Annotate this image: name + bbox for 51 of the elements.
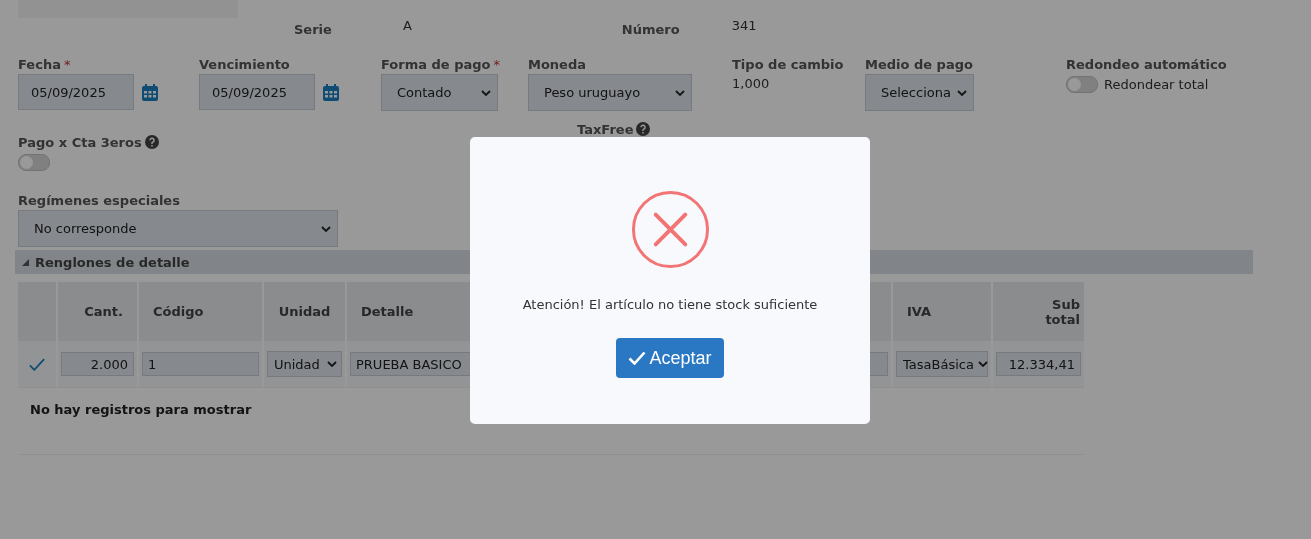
required-mark: * — [493, 56, 500, 72]
field-label: Redondeo automático — [1066, 56, 1227, 72]
serie-value: A — [402, 18, 412, 33]
help-icon[interactable] — [144, 135, 159, 149]
error-icon — [630, 190, 710, 269]
unit-select[interactable]: Unidad — [267, 351, 342, 377]
toggle-switch[interactable] — [18, 154, 50, 171]
column-header: IVA — [893, 282, 991, 341]
date-field[interactable]: 05/09/2025 — [199, 74, 315, 110]
required-mark: * — [63, 56, 71, 72]
chevron-icon — [977, 361, 988, 367]
chevron-icon — [327, 361, 337, 367]
help-icon[interactable] — [636, 122, 651, 136]
field-label: TaxFree — [577, 121, 634, 137]
select-field[interactable]: Peso uruguayo — [528, 74, 692, 111]
dialog-message: Atención! El artículo no tiene stock suficiente — [522, 297, 818, 312]
serie-label: Serie — [294, 22, 332, 37]
code-field[interactable]: 1 — [142, 352, 259, 376]
check-icon — [628, 351, 647, 365]
field-label: Fecha — [18, 56, 61, 72]
numero-label: Número — [621, 22, 680, 37]
chevron-icon — [957, 89, 967, 96]
chevron-icon — [321, 225, 331, 232]
column-header: Sub total — [993, 282, 1084, 341]
field-label: Vencimiento — [199, 56, 290, 72]
column-header: Unidad — [264, 282, 345, 341]
field-label: Regímenes especiales — [18, 192, 180, 208]
calendar-icon[interactable] — [323, 83, 339, 101]
field-label: Medio de pago — [865, 56, 973, 72]
subtotal-field[interactable]: 12.334,41 — [996, 352, 1081, 376]
field-label: Tipo de cambio — [732, 56, 844, 72]
field-label: Moneda — [528, 56, 587, 72]
vat-select[interactable]: TasaBásica — [896, 351, 988, 377]
field-label: Pago x Cta 3eros — [18, 134, 142, 150]
select-field[interactable]: No corresponde — [18, 210, 338, 247]
select-field[interactable]: Contado — [381, 74, 498, 111]
field-label: Forma de pago — [381, 56, 491, 72]
column-header: Cant. — [58, 282, 137, 341]
triangle-icon — [22, 258, 29, 266]
quantity-field[interactable]: 2.000 — [61, 352, 134, 376]
chevron-icon — [675, 89, 685, 96]
select-field[interactable]: Selecciona — [865, 74, 974, 111]
column-header: Código — [139, 282, 262, 341]
accept-button[interactable]: Aceptar — [616, 338, 724, 378]
exchange-rate-value: 1,000 — [732, 76, 771, 91]
chevron-icon — [481, 89, 491, 96]
numero-value: 341 — [731, 18, 757, 33]
toggle-label: Redondear total — [1104, 77, 1209, 92]
calendar-icon[interactable] — [142, 83, 158, 101]
toggle-switch[interactable] — [1066, 76, 1098, 93]
date-field[interactable]: 05/09/2025 — [18, 74, 134, 110]
